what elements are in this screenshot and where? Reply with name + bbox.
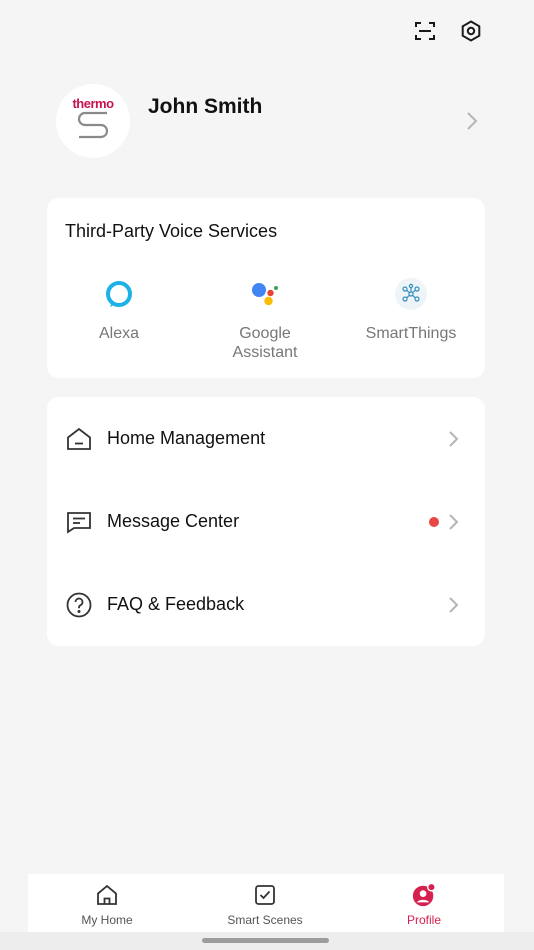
home-outline-icon bbox=[67, 427, 91, 450]
scan-button[interactable] bbox=[410, 16, 440, 46]
voice-service-label: Alexa bbox=[98, 325, 140, 342]
chevron-right-icon bbox=[449, 596, 459, 613]
settings-button[interactable] bbox=[456, 16, 486, 46]
voice-service-smartthings[interactable]: SmartThings bbox=[338, 276, 484, 343]
avatar-brand-text: thermo bbox=[72, 95, 114, 111]
user-name: John Smith bbox=[148, 95, 263, 118]
chevron-right-icon bbox=[467, 112, 478, 130]
home-icon bbox=[97, 884, 117, 905]
menu-card: Home Management Message Center FAQ & Fee… bbox=[47, 397, 485, 646]
tab-label: Profile bbox=[406, 913, 441, 927]
menu-item-label: Message Center bbox=[107, 511, 240, 531]
smartthings-icon bbox=[395, 278, 427, 310]
question-circle-icon bbox=[66, 592, 92, 617]
voice-service-alexa[interactable]: Alexa bbox=[46, 276, 192, 343]
voice-service-label: SmartThings bbox=[365, 325, 457, 342]
brand-logo-s-icon bbox=[77, 111, 109, 138]
message-icon bbox=[67, 511, 91, 534]
profile-header[interactable]: thermo John Smith bbox=[0, 78, 534, 168]
checkbox-icon bbox=[255, 885, 275, 905]
tab-label: Smart Scenes bbox=[227, 913, 303, 927]
scan-icon bbox=[415, 22, 435, 40]
tab-label: My Home bbox=[81, 913, 133, 927]
voice-service-google-assistant[interactable]: Google Assistant bbox=[192, 276, 338, 362]
unread-notification-dot bbox=[429, 516, 439, 527]
profile-icon bbox=[412, 882, 436, 907]
google-assistant-icon bbox=[252, 283, 278, 306]
menu-item-home-management[interactable]: Home Management bbox=[47, 397, 485, 480]
home-indicator[interactable] bbox=[202, 938, 329, 943]
bottom-tab-bar: My Home Smart Scenes Profile bbox=[28, 874, 504, 932]
chevron-right-icon bbox=[449, 430, 459, 447]
voice-services-card: Third-Party Voice Services Alexa Google … bbox=[47, 198, 485, 378]
menu-item-message-center[interactable]: Message Center bbox=[47, 480, 485, 563]
chevron-right-icon bbox=[449, 513, 459, 530]
menu-item-label: Home Management bbox=[107, 428, 266, 448]
alexa-icon bbox=[106, 281, 132, 307]
hexagon-settings-icon bbox=[461, 20, 481, 42]
avatar[interactable]: thermo bbox=[56, 84, 130, 158]
profile-screen: thermo John Smith Third-Party Voice Serv… bbox=[0, 0, 534, 950]
tab-my-home[interactable]: My Home bbox=[28, 874, 186, 932]
tab-profile[interactable]: Profile bbox=[345, 874, 503, 932]
menu-item-faq-feedback[interactable]: FAQ & Feedback bbox=[47, 563, 485, 646]
tab-smart-scenes[interactable]: Smart Scenes bbox=[186, 874, 344, 932]
voice-service-label: Google Assistant bbox=[232, 325, 298, 361]
voice-services-title: Third-Party Voice Services bbox=[65, 221, 278, 241]
menu-item-label: FAQ & Feedback bbox=[107, 594, 245, 614]
